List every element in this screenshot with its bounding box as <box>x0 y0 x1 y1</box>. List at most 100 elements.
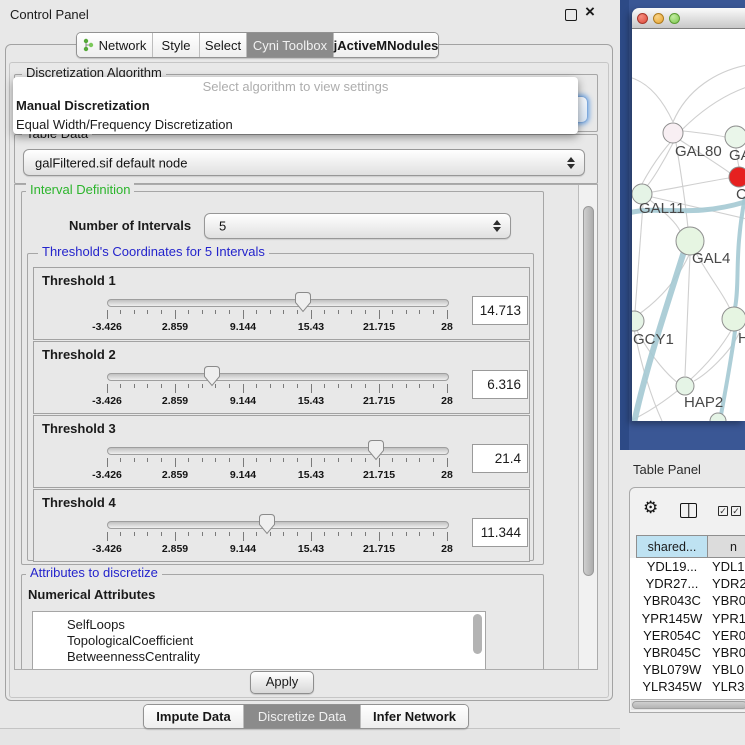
table-cell-shared-name[interactable]: YBL079W <box>636 662 708 677</box>
slider-minor-tick <box>324 310 325 314</box>
slider-track[interactable] <box>107 447 449 455</box>
tab-style[interactable]: Style <box>153 33 200 57</box>
threshold-3-slider[interactable]: -3.4262.8599.14415.4321.71528 <box>107 416 447 487</box>
zoom-traffic-light-icon[interactable] <box>669 13 680 24</box>
slider-handle[interactable] <box>367 439 385 461</box>
slider-tick-label: -3.426 <box>77 469 137 481</box>
settings-scrollbar-thumb[interactable] <box>583 206 594 576</box>
table-cell-shared-name[interactable]: YBR043C <box>636 593 708 608</box>
table-cell-name[interactable]: YLR3 <box>712 679 745 694</box>
slider-minor-tick <box>406 532 407 536</box>
table-cell-name[interactable]: YDR2 <box>712 576 745 591</box>
table-cell-shared-name[interactable]: YER054C <box>636 628 708 643</box>
tab-select[interactable]: Select <box>200 33 247 57</box>
threshold-row-2: Threshold 2 -3.4262.8599.14415.4321.7152… <box>33 341 530 414</box>
slider-major-tick <box>447 310 448 319</box>
slider-handle[interactable] <box>294 291 312 313</box>
slider-handle[interactable] <box>258 513 276 535</box>
slider-minor-tick <box>229 310 230 314</box>
network-node[interactable] <box>632 311 644 331</box>
list-scrollbar-thumb[interactable] <box>473 614 482 654</box>
slider-track[interactable] <box>107 299 449 307</box>
threshold-2-value-field[interactable]: 6.316 <box>472 370 528 399</box>
numerical-attributes-list[interactable]: SelfLoopsTopologicalCoefficientBetweenne… <box>32 611 486 670</box>
table-cell-shared-name[interactable]: YDR27... <box>636 576 708 591</box>
threshold-4-slider[interactable]: -3.4262.8599.14415.4321.71528 <box>107 490 447 561</box>
network-window-titlebar[interactable] <box>632 8 745 29</box>
attribute-list-item[interactable]: SelfLoops <box>67 617 125 633</box>
attribute-list-item[interactable]: TopologicalCoefficient <box>67 633 193 649</box>
slider-handle[interactable] <box>203 365 221 387</box>
panel-title: Control Panel <box>10 7 89 22</box>
table-cell-name[interactable]: YBR0 <box>712 645 745 660</box>
popup-option-manual-discretization[interactable]: Manual Discretization <box>13 96 578 115</box>
table-data-combo[interactable]: galFiltered.sif default node <box>23 149 585 176</box>
network-node[interactable] <box>710 413 726 421</box>
table-row[interactable]: YLR345W YLR3 <box>630 679 745 696</box>
network-node[interactable] <box>722 307 745 331</box>
network-canvas[interactable]: GAL80GACGAL11GAL4GCY1HHAP2 <box>632 29 745 421</box>
table-row[interactable]: YBL079W YBL0 <box>630 662 745 679</box>
slider-tick-label: 9.144 <box>213 321 273 333</box>
gear-icon[interactable]: ⚙ <box>643 499 658 517</box>
table-cell-name[interactable]: YBL0 <box>712 662 744 677</box>
table-cell-shared-name[interactable]: YDL19... <box>636 559 708 574</box>
table-row[interactable]: YPR145W YPR1 <box>630 611 745 628</box>
network-frame-edge <box>620 0 629 450</box>
close-icon[interactable]: × <box>585 2 595 22</box>
network-node[interactable] <box>663 123 683 143</box>
slider-major-tick <box>243 384 244 393</box>
tab-jactivemnodules[interactable]: jActiveMNodules <box>334 33 438 57</box>
column-header-name[interactable]: n <box>707 535 745 558</box>
apply-button[interactable]: Apply <box>250 671 314 694</box>
table-cell-shared-name[interactable]: YLR345W <box>636 679 708 694</box>
checkbox-icon[interactable]: ✓ <box>731 506 741 516</box>
slider-track[interactable] <box>107 521 449 529</box>
table-cell-shared-name[interactable]: YPR145W <box>636 611 708 626</box>
slider-minor-tick <box>419 458 420 462</box>
number-of-intervals-combo[interactable]: 5 <box>204 213 511 239</box>
table-hscrollbar-thumb[interactable] <box>632 701 745 709</box>
slider-minor-tick <box>215 458 216 462</box>
tab-network[interactable]: Network <box>77 33 153 57</box>
table-cell-shared-name[interactable]: YBR045C <box>636 645 708 660</box>
threshold-1-value-field[interactable]: 14.713 <box>472 296 528 325</box>
table-row[interactable]: YBR043C YBR0 <box>630 593 745 610</box>
slider-major-tick <box>175 532 176 541</box>
threshold-1-slider[interactable]: -3.4262.8599.14415.4321.71528 <box>107 268 447 339</box>
network-node[interactable] <box>725 126 745 148</box>
popup-placeholder-item[interactable]: Select algorithm to view settings <box>13 77 578 96</box>
float-window-icon[interactable] <box>565 9 577 21</box>
checkbox-icon[interactable]: ✓ <box>718 506 728 516</box>
minimize-traffic-light-icon[interactable] <box>653 13 664 24</box>
network-node[interactable] <box>676 377 694 395</box>
tab-impute-data[interactable]: Impute Data <box>144 705 244 728</box>
attribute-list-item[interactable]: BetweennessCentrality <box>67 649 200 665</box>
table-row[interactable]: YDR27... YDR2 <box>630 576 745 593</box>
popup-option-equal-width-frequency[interactable]: Equal Width/Frequency Discretization <box>13 115 578 134</box>
close-traffic-light-icon[interactable] <box>637 13 648 24</box>
tab-cyni-toolbox[interactable]: Cyni Toolbox <box>247 33 334 57</box>
threshold-2-slider[interactable]: -3.4262.8599.14415.4321.71528 <box>107 342 447 413</box>
column-header-shared[interactable]: shared... <box>636 535 708 558</box>
table-cell-name[interactable]: YDL1 <box>712 559 745 574</box>
table-cell-name[interactable]: YBR0 <box>712 593 745 608</box>
table-cell-name[interactable]: YPR1 <box>712 611 745 626</box>
slider-track[interactable] <box>107 373 449 381</box>
table-row[interactable]: YER054C YER0 <box>630 628 745 645</box>
table-hscrollbar-track[interactable] <box>631 699 745 710</box>
threshold-4-value-field[interactable]: 11.344 <box>472 518 528 547</box>
tab-infer-network[interactable]: Infer Network <box>361 705 468 728</box>
table-panel: ⚙ ✓ ✓ YDL19...YDL1YDR27...YDR2YBR043CYBR… <box>629 487 745 713</box>
table-row[interactable]: YDL19... YDL1 <box>630 559 745 576</box>
tab-discretize-data[interactable]: Discretize Data <box>244 705 361 728</box>
slider-minor-tick <box>365 532 366 536</box>
table-row[interactable]: YBR045C YBR0 <box>630 645 745 662</box>
slider-minor-tick <box>270 458 271 462</box>
slider-minor-tick <box>229 458 230 462</box>
network-node[interactable] <box>729 167 745 187</box>
split-columns-icon[interactable] <box>680 503 697 518</box>
threshold-3-value-field[interactable]: 21.4 <box>472 444 528 473</box>
slider-major-tick <box>311 532 312 541</box>
table-cell-name[interactable]: YER0 <box>712 628 745 643</box>
